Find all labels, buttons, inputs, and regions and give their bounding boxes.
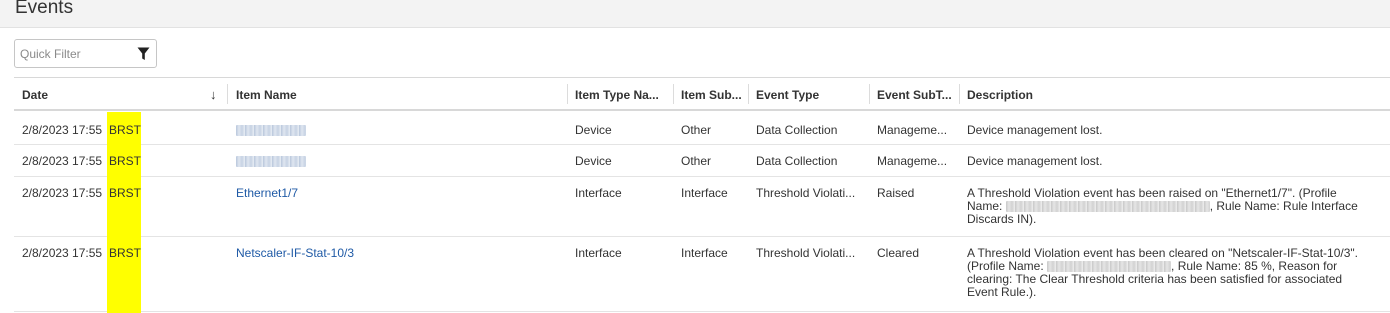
grid-header: Date ↓ Item Name Item Type Na... Item Su… — [14, 77, 1390, 111]
table-row[interactable]: 2/8/2023 17:55 Netscaler-IF-Stat-10/3 In… — [14, 237, 1390, 312]
column-header-event-subtype[interactable]: Event SubT... — [869, 78, 959, 110]
column-header-item-type[interactable]: Item Type Na... — [567, 78, 673, 110]
cell-event-type: Threshold Violati... — [756, 186, 856, 200]
cell-timezone: BRST — [109, 154, 142, 168]
cell-item-subtype: Interface — [681, 186, 728, 200]
cell-item-type: Device — [575, 154, 612, 168]
cell-event-type: Data Collection — [756, 154, 838, 168]
timezone-highlight: BRST BRST BRST BRST — [107, 112, 141, 313]
cell-description: A Threshold Violation event has been rai… — [959, 177, 1377, 226]
page-title: Events — [15, 0, 74, 18]
cell-event-subtype: Manageme... — [877, 123, 948, 137]
redacted-profile-name — [1047, 261, 1172, 273]
quick-filter-input[interactable] — [20, 45, 130, 62]
cell-timezone: BRST — [109, 123, 142, 137]
cell-description: Device management lost. — [967, 123, 1103, 137]
cell-item-name[interactable] — [228, 145, 566, 168]
redacted-item-name — [236, 125, 306, 137]
cell-date: 2/8/2023 17:55 — [22, 246, 103, 260]
cell-date: 2/8/2023 17:55 — [22, 186, 103, 200]
table-row[interactable]: 2/8/2023 17:55 Device Other Data Collect… — [14, 112, 1390, 145]
column-header-item-subtype[interactable]: Item Sub... — [673, 78, 748, 110]
cell-item-subtype: Other — [681, 154, 712, 168]
cell-event-type: Data Collection — [756, 123, 838, 137]
filter-icon[interactable] — [137, 47, 150, 61]
table-row[interactable]: 2/8/2023 17:55 Ethernet1/7 Interface Int… — [14, 177, 1390, 237]
cell-item-type: Device — [575, 123, 612, 137]
arrow-down-icon[interactable]: ↓ — [210, 88, 217, 101]
column-header-date[interactable]: Date — [14, 78, 204, 110]
cell-date: 2/8/2023 17:55 — [22, 123, 103, 137]
cell-item-name[interactable] — [228, 112, 566, 137]
cell-item-name-link[interactable]: Netscaler-IF-Stat-10/3 — [228, 237, 566, 260]
cell-item-name-link[interactable]: Ethernet1/7 — [228, 177, 566, 200]
quick-filter[interactable] — [14, 39, 157, 68]
cell-event-type: Threshold Violati... — [756, 246, 856, 260]
cell-item-type: Interface — [575, 186, 622, 200]
table-row[interactable]: 2/8/2023 17:55 Device Other Data Collect… — [14, 145, 1390, 177]
column-header-description[interactable]: Description — [959, 78, 1379, 110]
cell-item-type: Interface — [575, 246, 622, 260]
cell-event-subtype: Raised — [877, 186, 915, 200]
cell-timezone: BRST — [109, 186, 142, 200]
column-header-item-name[interactable]: Item Name — [228, 78, 566, 110]
cell-event-subtype: Manageme... — [877, 154, 948, 168]
cell-event-subtype: Cleared — [877, 246, 920, 260]
cell-item-subtype: Other — [681, 123, 712, 137]
cell-timezone: BRST — [109, 246, 142, 260]
column-header-event-type[interactable]: Event Type — [748, 78, 869, 110]
page-header: Events — [0, 0, 1390, 28]
events-grid: Date ↓ Item Name Item Type Na... Item Su… — [14, 77, 1390, 313]
redacted-item-name — [236, 156, 306, 168]
cell-date: 2/8/2023 17:55 — [22, 154, 103, 168]
cell-description: A Threshold Violation event has been cle… — [959, 237, 1377, 299]
redacted-profile-name — [1005, 201, 1210, 213]
cell-item-subtype: Interface — [681, 246, 728, 260]
cell-description: Device management lost. — [967, 154, 1103, 168]
